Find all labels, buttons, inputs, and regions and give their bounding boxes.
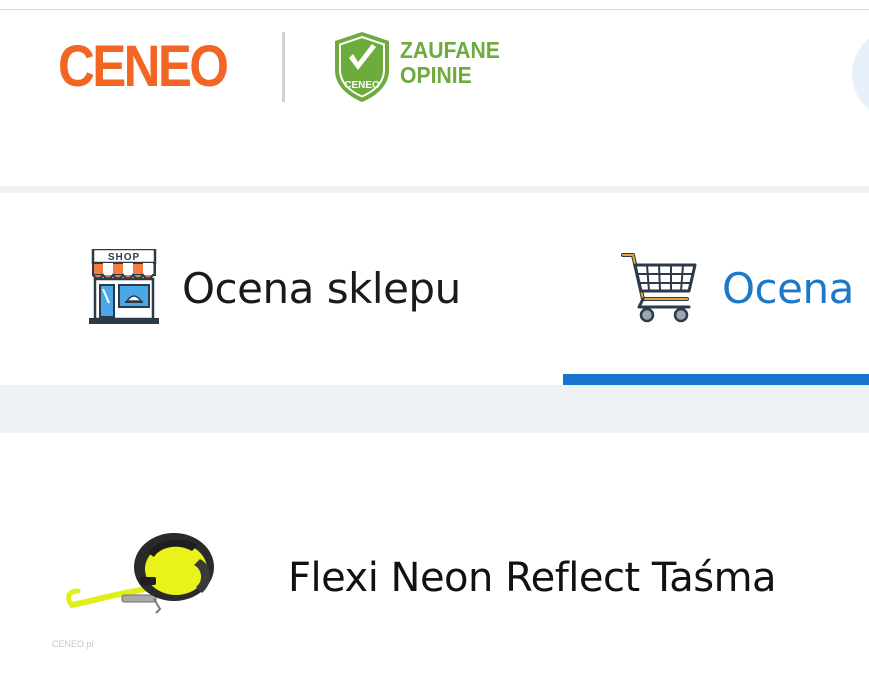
retractable-leash-icon	[66, 533, 214, 614]
shield-label: CENEO	[344, 80, 380, 91]
page: CENEO CENEO ZAUFANE OPINIE SHOP Ocena sk…	[0, 0, 869, 696]
tab-product-rating-label: Ocena	[722, 264, 854, 313]
tab-shop-rating[interactable]: SHOP Ocena sklepu	[0, 193, 563, 385]
tab-shop-rating-label: Ocena sklepu	[182, 264, 461, 313]
active-tab-indicator	[563, 374, 869, 385]
thumbnail-watermark: CENEO.pl	[52, 639, 94, 649]
product-name: Flexi Neon Reflect Taśma	[288, 555, 777, 601]
product-thumbnail[interactable]: CENEO.pl	[52, 495, 240, 655]
header: CENEO CENEO ZAUFANE OPINIE	[0, 10, 869, 186]
trusted-reviews-shield-icon: CENEO	[335, 32, 389, 102]
svg-text:SHOP: SHOP	[108, 252, 140, 263]
content-separator	[0, 385, 869, 433]
logo-divider	[282, 32, 285, 102]
badge-line-1: ZAUFANE	[400, 37, 500, 63]
rating-tabs: SHOP Ocena sklepu Ocena	[0, 193, 869, 385]
shopping-cart-icon	[621, 253, 697, 323]
tab-product-rating[interactable]: Ocena	[563, 193, 869, 385]
top-border	[0, 0, 869, 10]
ceneo-logo[interactable]: CENEO	[58, 36, 229, 98]
product-item[interactable]: CENEO.pl Flexi Neon Reflect Taśma	[0, 433, 869, 696]
badge-line-2: OPINIE	[400, 62, 472, 88]
section-separator	[0, 186, 869, 193]
shop-icon: SHOP	[89, 249, 159, 324]
user-avatar-icon[interactable]	[852, 28, 869, 120]
trusted-reviews-label: ZAUFANE OPINIE	[400, 38, 500, 88]
